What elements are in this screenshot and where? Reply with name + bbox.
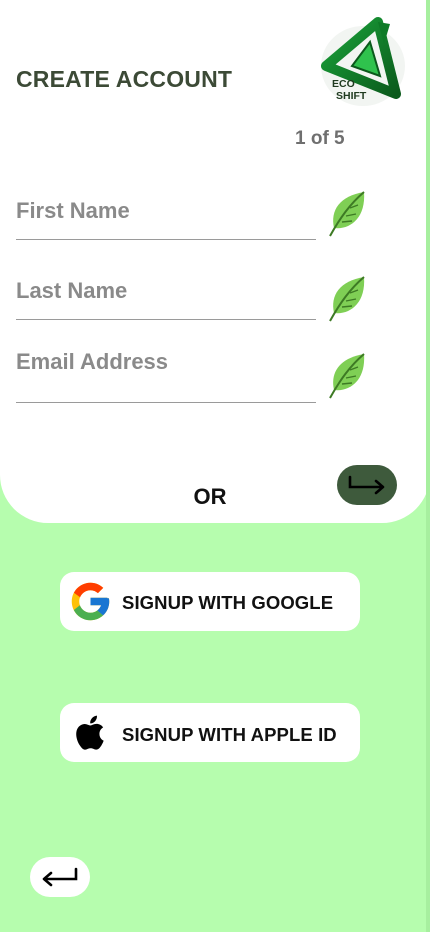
logo-text-shift: SHIFT (336, 90, 367, 102)
page-title: CREATE ACCOUNT (16, 66, 233, 92)
scrollbar[interactable] (426, 0, 430, 932)
last-name-input[interactable] (16, 278, 316, 304)
first-name-input[interactable] (16, 198, 316, 224)
back-button[interactable] (30, 857, 90, 897)
next-button[interactable] (337, 465, 397, 505)
apple-icon (76, 715, 104, 750)
email-input[interactable] (16, 349, 316, 375)
leaf-icon (326, 190, 370, 238)
signup-apple-label: SIGNUP WITH APPLE ID (122, 724, 337, 745)
leaf-icon (326, 275, 370, 323)
signup-google-button[interactable]: SIGNUP WITH GOOGLE (60, 572, 360, 631)
logo-text-eco: ECO (332, 78, 355, 90)
arrow-right-return-icon (348, 475, 385, 495)
email-field (16, 349, 316, 403)
signup-google-label: SIGNUP WITH GOOGLE (122, 592, 334, 613)
eco-shift-logo: ECO SHIFT (318, 14, 408, 108)
first-name-field (16, 198, 316, 240)
signup-apple-button[interactable]: SIGNUP WITH APPLE ID (60, 703, 360, 762)
google-icon (71, 582, 110, 621)
signup-card: CREATE ACCOUNT ECO SHIFT 1 of 5 First Na… (0, 0, 430, 523)
last-name-field (16, 278, 316, 320)
step-indicator: 1 of 5 (295, 128, 345, 149)
leaf-icon (326, 352, 370, 400)
arrow-left-return-icon (42, 867, 78, 887)
